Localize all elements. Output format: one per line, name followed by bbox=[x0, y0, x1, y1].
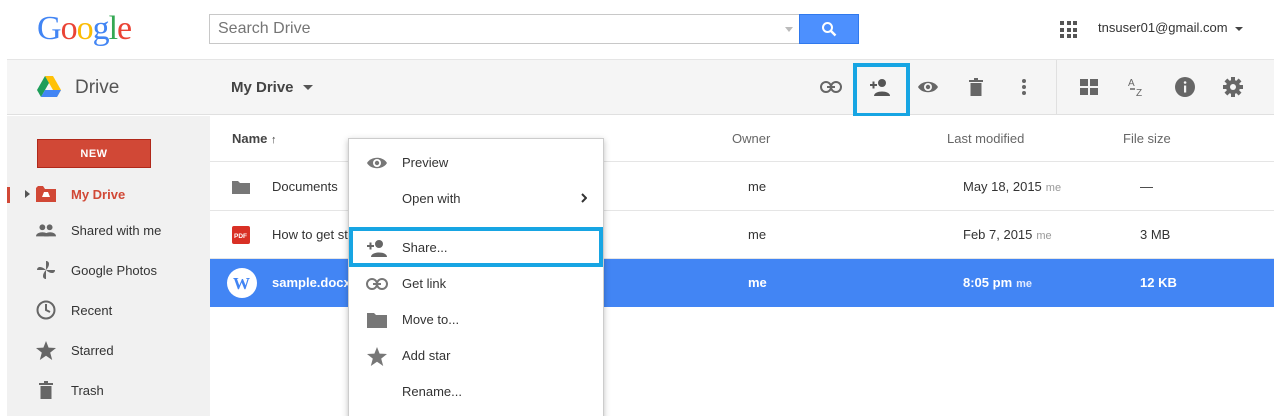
file-modified: May 18, 2015 me bbox=[963, 179, 1062, 194]
search-button[interactable] bbox=[799, 14, 859, 44]
sort-az-icon[interactable]: AZ bbox=[1124, 74, 1150, 100]
account-email[interactable]: tnsuser01@gmail.com bbox=[1098, 20, 1228, 35]
search-icon bbox=[822, 22, 837, 37]
trash-icon[interactable] bbox=[963, 74, 989, 100]
file-owner: me bbox=[748, 227, 767, 242]
google-logo[interactable]: Google bbox=[37, 10, 132, 48]
column-header-name[interactable]: Name ↑ bbox=[232, 131, 277, 146]
file-size: 3 MB bbox=[1140, 227, 1171, 242]
column-header-modified[interactable]: Last modified bbox=[947, 131, 1024, 146]
more-vert-icon[interactable] bbox=[1011, 74, 1037, 100]
sidebar-item-label: Google Photos bbox=[71, 262, 158, 278]
new-button[interactable]: NEW bbox=[37, 139, 151, 168]
file-owner: me bbox=[748, 275, 767, 290]
grid-view-icon[interactable] bbox=[1076, 74, 1102, 100]
sidebar-item-shared[interactable]: Shared with me bbox=[7, 212, 210, 248]
menu-item-label: Move to... bbox=[402, 312, 460, 327]
sidebar-item-my-drive[interactable]: My Drive bbox=[7, 176, 210, 212]
share-toolbar-highlight bbox=[853, 63, 910, 117]
top-bar: Google tnsuser01@gmail.com bbox=[7, 0, 1274, 60]
chevron-right-icon bbox=[581, 193, 587, 203]
file-name: How to get st bbox=[272, 227, 348, 242]
file-modified: 8:05 pm me bbox=[963, 275, 1033, 290]
column-header-owner[interactable]: Owner bbox=[732, 131, 770, 146]
pinwheel-icon bbox=[36, 260, 56, 280]
location-dropdown[interactable]: My Drive bbox=[231, 79, 294, 96]
menu-item-label: Get link bbox=[402, 276, 447, 291]
drive-folder-icon bbox=[36, 184, 56, 204]
toolbar-divider bbox=[1056, 60, 1057, 114]
expand-arrow-icon[interactable] bbox=[25, 190, 30, 198]
sidebar-item-trash[interactable]: Trash bbox=[7, 372, 210, 408]
app-title[interactable]: Drive bbox=[75, 77, 119, 99]
column-header-size[interactable]: File size bbox=[1123, 131, 1171, 146]
search-options-caret-icon[interactable] bbox=[785, 27, 793, 32]
drive-toolbar: Drive My Drive AZ bbox=[7, 60, 1274, 117]
eye-icon bbox=[366, 153, 388, 173]
file-owner: me bbox=[748, 179, 767, 194]
svg-text:PDF: PDF bbox=[234, 233, 247, 240]
clock-icon bbox=[36, 300, 56, 320]
sort-up-arrow-icon: ↑ bbox=[271, 134, 277, 146]
trash-icon bbox=[36, 380, 56, 400]
apps-grid-icon[interactable] bbox=[1060, 21, 1077, 38]
menu-item-preview[interactable]: Preview bbox=[349, 145, 603, 181]
pdf-icon: PDF bbox=[232, 226, 250, 244]
menu-item-move-to[interactable]: Move to... bbox=[349, 302, 603, 338]
location-caret-icon[interactable] bbox=[303, 85, 313, 90]
sidebar-item-recent[interactable]: Recent bbox=[7, 292, 210, 328]
sidebar-item-label: Starred bbox=[71, 342, 114, 358]
menu-item-get-link[interactable]: Get link bbox=[349, 266, 603, 302]
folder-icon bbox=[232, 181, 250, 194]
menu-item-label: Open with bbox=[402, 191, 461, 206]
menu-item-label: Preview bbox=[402, 155, 449, 170]
info-icon[interactable] bbox=[1172, 74, 1198, 100]
menu-item-rename[interactable]: Rename... bbox=[349, 374, 603, 410]
menu-item-add-star[interactable]: Add star bbox=[349, 338, 603, 374]
star-icon bbox=[36, 340, 56, 360]
folder-icon bbox=[366, 310, 388, 330]
menu-item-open-with[interactable]: Open with bbox=[349, 181, 603, 217]
file-modified: Feb 7, 2015 me bbox=[963, 227, 1052, 242]
menu-item-label: Rename... bbox=[402, 384, 462, 399]
sidebar-item-label: My Drive bbox=[71, 186, 126, 202]
search-box[interactable] bbox=[209, 14, 799, 44]
link-icon bbox=[366, 274, 388, 294]
sidebar-item-photos[interactable]: Google Photos bbox=[7, 252, 210, 288]
people-icon bbox=[36, 220, 56, 240]
sidebar-item-label: Recent bbox=[71, 302, 113, 318]
sidebar-item-label: Shared with me bbox=[71, 222, 162, 238]
word-doc-icon: W bbox=[227, 268, 257, 298]
svg-text:W: W bbox=[233, 274, 250, 293]
sidebar: NEW My Drive Shared with me Google Photo… bbox=[7, 116, 210, 416]
file-size: — bbox=[1140, 179, 1153, 194]
share-menu-highlight bbox=[349, 227, 603, 267]
file-name: sample.docx bbox=[272, 275, 351, 290]
sidebar-item-label: Trash bbox=[71, 382, 104, 398]
link-icon[interactable] bbox=[818, 74, 844, 100]
file-size: 12 KB bbox=[1140, 275, 1177, 290]
svg-text:Z: Z bbox=[1136, 88, 1142, 97]
search-input[interactable] bbox=[210, 15, 799, 43]
star-icon bbox=[366, 346, 388, 366]
drive-logo-icon bbox=[37, 76, 61, 97]
svg-text:A: A bbox=[1128, 78, 1135, 89]
file-name: Documents bbox=[272, 179, 338, 194]
sidebar-item-starred[interactable]: Starred bbox=[7, 332, 210, 368]
context-menu: Preview Open with Share... Get link Move… bbox=[348, 138, 604, 416]
menu-item-label: Add star bbox=[402, 348, 451, 363]
account-caret-icon[interactable] bbox=[1235, 27, 1243, 31]
eye-icon[interactable] bbox=[915, 74, 941, 100]
gear-icon[interactable] bbox=[1220, 74, 1246, 100]
active-indicator bbox=[7, 187, 10, 203]
